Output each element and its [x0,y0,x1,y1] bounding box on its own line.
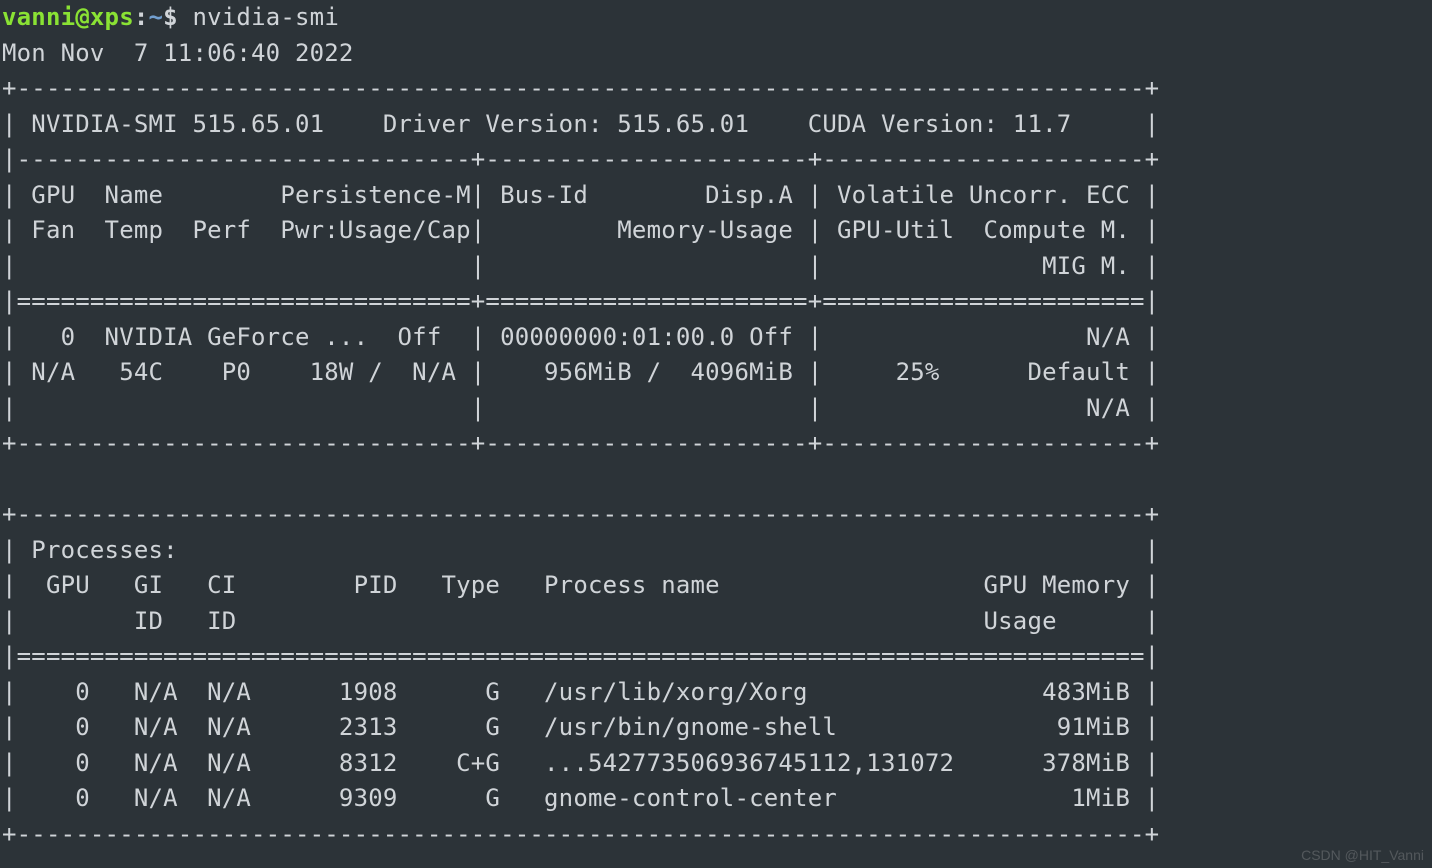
watermark: CSDN @HIT_Vanni [1301,845,1424,866]
smi-col-hdr-1: | GPU Name Persistence-M| Bus-Id Disp.A … [2,181,1159,209]
command: nvidia-smi [192,3,339,31]
proc-hdr-1: | GPU GI CI PID Type Process name GPU Me… [2,571,1159,599]
prompt-dollar: $ [163,3,192,31]
proc-top: +---------------------------------------… [2,500,1159,528]
proc-row: | 0 N/A N/A 8312 C+G ...5427735069367451… [2,749,1159,777]
proc-bottom: +---------------------------------------… [2,820,1159,848]
timestamp: Mon Nov 7 11:06:40 2022 [2,39,354,67]
proc-hdr-2: | ID ID Usage | [2,607,1159,635]
blank-line [2,465,1159,493]
gpu-row-1: | 0 NVIDIA GeForce ... Off | 00000000:01… [2,323,1159,351]
proc-sep: |=======================================… [2,642,1159,670]
smi-col-hdr-2: | Fan Temp Perf Pwr:Usage/Cap| Memory-Us… [2,216,1159,244]
proc-row: | 0 N/A N/A 2313 G /usr/bin/gnome-shell … [2,713,1159,741]
prompt-user: vanni [2,3,75,31]
smi-header: | NVIDIA-SMI 515.65.01 Driver Version: 5… [2,110,1159,138]
prompt-host: xps [90,3,134,31]
prompt-path: ~ [149,3,164,31]
proc-title: | Processes: | [2,536,1159,564]
smi-sep-eq: |===============================+=======… [2,287,1159,315]
prompt-sep: : [134,3,149,31]
proc-row: | 0 N/A N/A 9309 G gnome-control-center … [2,784,1159,812]
smi-bottom-split: +-------------------------------+-------… [2,429,1159,457]
smi-sep: |-------------------------------+-------… [2,145,1159,173]
smi-top-border: +---------------------------------------… [2,74,1159,102]
gpu-row-3: | | | N/A | [2,394,1159,422]
terminal-output: vanni@xps:~$ nvidia-smi Mon Nov 7 11:06:… [0,0,1432,852]
smi-col-hdr-3: | | | MIG M. | [2,252,1159,280]
gpu-row-2: | N/A 54C P0 18W / N/A | 956MiB / 4096Mi… [2,358,1159,386]
prompt-at: @ [75,3,90,31]
proc-row: | 0 N/A N/A 1908 G /usr/lib/xorg/Xorg 48… [2,678,1159,706]
